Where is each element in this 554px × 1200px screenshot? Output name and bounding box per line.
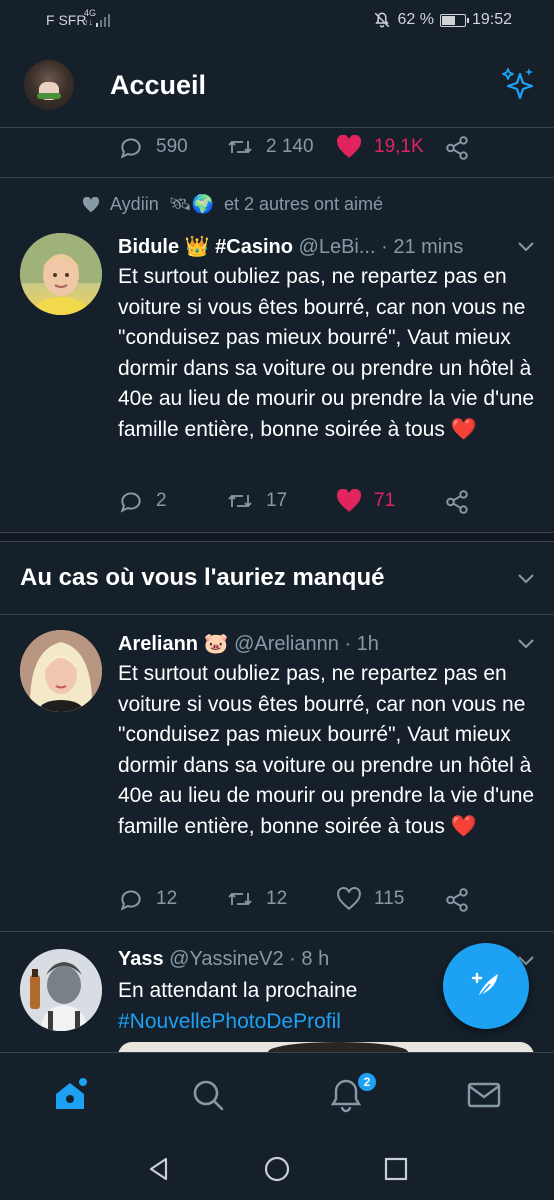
tweet-actions: 2 17 71: [118, 486, 478, 516]
author-handle[interactable]: @LeBi...: [299, 236, 376, 258]
recents-icon[interactable]: [383, 1156, 409, 1182]
author-handle[interactable]: @YassineV2: [169, 948, 283, 970]
retweet-icon: [228, 494, 252, 508]
avatar-photo: [20, 630, 102, 712]
notifications-badge: 2: [356, 1071, 378, 1093]
share-icon[interactable]: [444, 887, 470, 913]
reply-icon: [120, 138, 141, 159]
system-navigation: [0, 1138, 554, 1200]
chevron-down-icon[interactable]: [516, 637, 536, 651]
tweet-media[interactable]: [118, 1042, 534, 1052]
retweet-button[interactable]: 12: [226, 884, 287, 914]
mute-bell-icon: [375, 12, 390, 28]
context-emoji: 🛰🌍: [168, 194, 214, 214]
heart-emoji: ❤️: [450, 814, 477, 838]
divider: [0, 177, 554, 178]
share-icon[interactable]: [444, 489, 470, 515]
status-bar: F SFR 4G ↑↓ 62 % 19:52: [0, 0, 554, 42]
section-separator: [0, 532, 554, 542]
author-name[interactable]: Bidule: [118, 236, 179, 258]
reply-icon: [120, 492, 141, 513]
back-icon[interactable]: [146, 1156, 172, 1182]
heart-outline-icon: [337, 887, 361, 911]
tweet-header: Bidule 👑 #Casino @LeBi... · 21 mins: [118, 234, 518, 259]
tweet-actions: 12 12 115: [118, 884, 478, 914]
tweet-text: Et surtout oubliez pas, ne repartez pas …: [118, 265, 535, 441]
chevron-down-icon[interactable]: [516, 572, 536, 586]
divider: [0, 931, 554, 932]
timeline-feed[interactable]: 590 2 140 19,1K Aydiin 🛰🌍 et 2 autres on…: [0, 128, 554, 1052]
home-circle-icon[interactable]: [263, 1155, 291, 1183]
reply-button[interactable]: 590: [118, 132, 188, 162]
heart-small-icon: [82, 196, 100, 212]
battery-fill: [441, 15, 455, 25]
retweet-button[interactable]: 17: [226, 486, 287, 516]
tweet-header: Areliann 🐷 @Areliannn · 1h: [118, 631, 518, 656]
tweet-time: · 21 mins: [381, 236, 464, 258]
tweet-avatar[interactable]: [20, 233, 102, 315]
reply-button[interactable]: 2: [118, 486, 167, 516]
heart-filled-icon: [336, 135, 362, 158]
section-title: Au cas où vous l'auriez manqué: [20, 564, 385, 591]
avatar-photo: [20, 949, 102, 1031]
chevron-down-icon[interactable]: [516, 240, 536, 254]
messages-icon[interactable]: [464, 1075, 504, 1115]
home-icon[interactable]: [50, 1075, 90, 1115]
author-tag: #Casino: [215, 236, 293, 258]
bottom-nav: 2: [0, 1052, 554, 1138]
status-right: 62 % 19:52: [373, 11, 512, 29]
author-name[interactable]: Areliann: [118, 633, 198, 655]
share-icon[interactable]: [444, 135, 470, 161]
retweet-button[interactable]: 2 140: [226, 132, 314, 162]
heart-filled-icon: [336, 489, 362, 512]
tweet-time: · 1h: [344, 633, 379, 655]
compose-tweet-button[interactable]: [443, 943, 529, 1029]
search-icon[interactable]: [188, 1075, 228, 1115]
author-name[interactable]: Yass: [118, 948, 164, 970]
divider: [0, 614, 554, 615]
carrier-label: F SFR: [46, 12, 87, 28]
tweet-actions: 590 2 140 19,1K: [118, 132, 478, 162]
tweet-time: · 8 h: [289, 948, 330, 970]
media-content: [268, 1042, 408, 1052]
top-bar: Accueil: [0, 42, 554, 128]
retweet-icon: [228, 140, 252, 154]
like-button[interactable]: 115: [336, 884, 404, 914]
tweet-text: Et surtout oubliez pas, ne repartez pas …: [118, 662, 535, 838]
clock: 19:52: [471, 11, 512, 28]
author-emoji: 👑: [184, 236, 210, 258]
network-type: 4G ↑↓: [84, 8, 97, 27]
like-button[interactable]: 71: [336, 486, 395, 516]
page-title: Accueil: [110, 70, 207, 100]
author-handle[interactable]: @Areliannn: [234, 633, 339, 655]
profile-avatar[interactable]: [24, 60, 74, 110]
battery-icon: [439, 13, 469, 27]
social-context[interactable]: Aydiin 🛰🌍 et 2 autres ont aimé: [82, 194, 383, 215]
battery-percent: 62 %: [397, 11, 434, 28]
avatar-photo: [20, 233, 102, 315]
signal-icon: [96, 14, 110, 27]
sparkle-icon[interactable]: [500, 66, 536, 102]
reply-icon: [120, 890, 141, 911]
tweet-avatar[interactable]: [20, 630, 102, 712]
retweet-icon: [228, 892, 252, 906]
compose-feather-icon: [471, 972, 498, 1001]
heart-emoji: ❤️: [450, 417, 477, 441]
avatar-detail: [37, 93, 61, 99]
reply-button[interactable]: 12: [118, 884, 177, 914]
tweet-avatar[interactable]: [20, 949, 102, 1031]
like-button[interactable]: 19,1K: [336, 132, 424, 162]
author-emoji: 🐷: [203, 633, 229, 655]
